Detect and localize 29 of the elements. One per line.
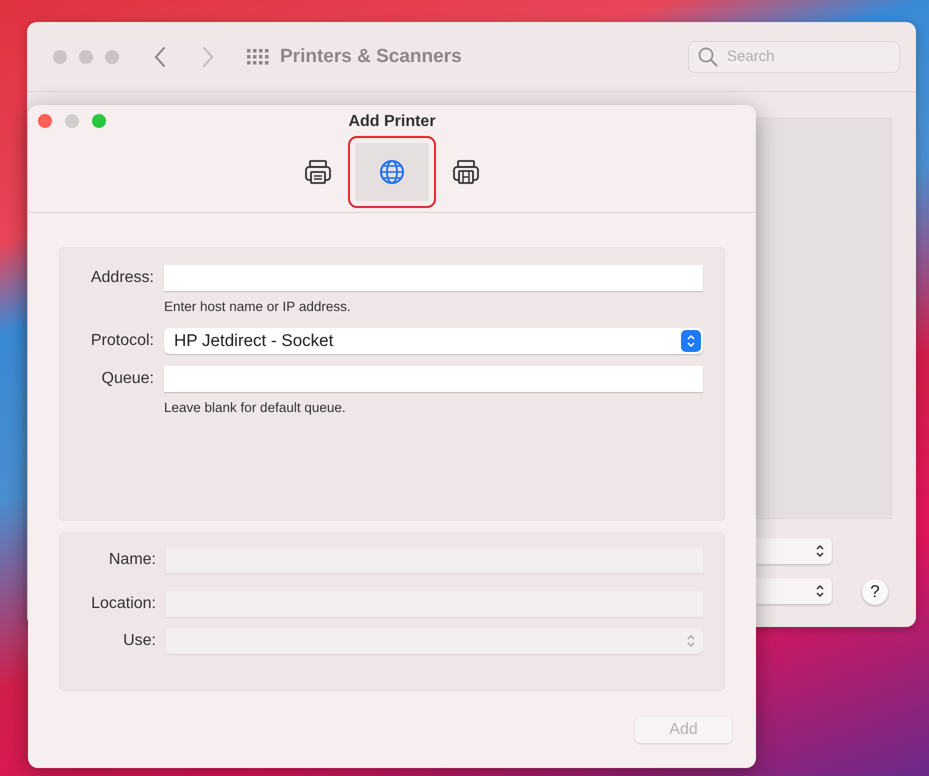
- field-label: Protocol:: [90, 332, 155, 350]
- field-label: Queue:: [100, 370, 155, 388]
- grid-icon[interactable]: [247, 48, 269, 64]
- dialog-title: Add Printer: [348, 113, 436, 131]
- help-button[interactable]: ?: [862, 579, 888, 605]
- field-label: Name:: [108, 551, 157, 569]
- chevron-updown-icon[interactable]: [815, 584, 825, 598]
- zoom-button[interactable]: [92, 114, 106, 128]
- field-label: Use:: [122, 632, 157, 650]
- minimize-button[interactable]: [79, 50, 93, 64]
- default-printer-icon: [304, 158, 332, 186]
- globe-icon: [378, 158, 406, 186]
- chevron-updown-icon[interactable]: [815, 544, 825, 558]
- forward-chevron-icon[interactable]: [201, 46, 215, 68]
- field-label: Address:: [90, 269, 155, 287]
- window-title: Printers & Scanners: [280, 46, 462, 68]
- hint-text: Enter host name or IP address.: [164, 299, 351, 314]
- windows-printer-icon: [452, 158, 480, 186]
- search-field[interactable]: Search: [688, 40, 900, 72]
- close-button[interactable]: [53, 50, 67, 64]
- hint-text: Leave blank for default queue.: [164, 400, 346, 415]
- minimize-button[interactable]: [65, 114, 79, 128]
- close-button[interactable]: [38, 114, 52, 128]
- input-field[interactable]: [164, 265, 703, 291]
- back-chevron-icon[interactable]: [153, 46, 167, 68]
- input-field[interactable]: [164, 366, 703, 392]
- zoom-button[interactable]: [105, 50, 119, 64]
- popup-menu[interactable]: HP Jetdirect - Socket: [164, 328, 703, 354]
- field-label: Location:: [90, 595, 157, 613]
